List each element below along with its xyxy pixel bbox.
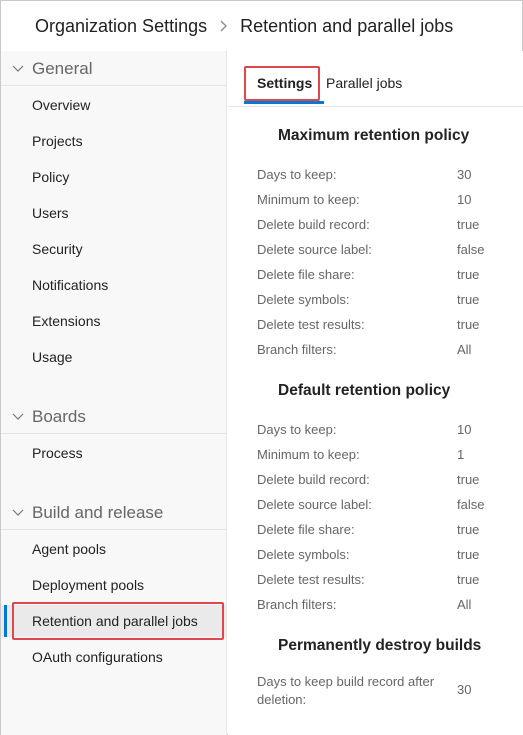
setting-row: Delete build record: true (257, 217, 497, 237)
setting-row: Days to keep: 30 (257, 167, 497, 187)
setting-label: Delete test results: (257, 317, 365, 332)
chevron-down-icon[interactable] (12, 411, 24, 423)
sidebar-item-label: Overview (32, 97, 91, 113)
setting-row: Delete source label: false (257, 242, 497, 262)
sidebar-item-extensions[interactable]: Extensions (1, 305, 227, 337)
setting-label: Branch filters: (257, 342, 337, 357)
sidebar-item-notifications[interactable]: Notifications (1, 269, 227, 301)
breadcrumb-current: Retention and parallel jobs (240, 15, 454, 36)
sidebar-item-overview[interactable]: Overview (1, 89, 227, 121)
chevron-down-icon[interactable] (12, 63, 24, 75)
setting-label: Delete symbols: (257, 292, 350, 307)
sidebar-item-label: Policy (32, 169, 70, 185)
sidebar-item-label: Projects (32, 133, 83, 149)
settings-tab-highlight (244, 66, 320, 101)
setting-label: Delete source label: (257, 497, 372, 512)
sidebar-item-process[interactable]: Process (1, 437, 227, 469)
setting-value: 30 (457, 682, 472, 697)
setting-row: Days to keep build record after deletion… (257, 673, 497, 711)
selected-item-highlight (12, 602, 224, 640)
setting-row: Branch filters: All (257, 342, 497, 362)
setting-row: Delete symbols: true (257, 292, 497, 312)
sidebar-item-label: Extensions (32, 313, 101, 329)
sidebar-group-label: Build and release (32, 502, 164, 522)
setting-label: Delete file share: (257, 522, 355, 537)
setting-value: true (457, 572, 480, 587)
setting-row: Delete test results: true (257, 317, 497, 337)
setting-value: false (457, 242, 485, 257)
sidebar-group-build-and-release[interactable]: Build and release (1, 496, 227, 530)
setting-row: Delete test results: true (257, 572, 497, 592)
chevron-down-icon[interactable] (12, 507, 24, 519)
section-title-default-retention: Default retention policy (278, 382, 451, 399)
sidebar-group-boards[interactable]: Boards (1, 400, 227, 434)
setting-value: true (457, 472, 480, 487)
window-frame: Organization Settings Retention and para… (0, 0, 523, 735)
setting-label: Branch filters: (257, 597, 337, 612)
sidebar-item-security[interactable]: Security (1, 233, 227, 265)
setting-value: true (457, 292, 480, 307)
setting-row: Delete symbols: true (257, 547, 497, 567)
setting-label: Minimum to keep: (257, 192, 360, 207)
setting-value: All (457, 342, 472, 357)
setting-label: Delete file share: (257, 267, 355, 282)
setting-value: false (457, 497, 485, 512)
sidebar-item-label: Agent pools (32, 541, 106, 557)
sidebar-item-label: Security (32, 241, 83, 257)
setting-row: Delete source label: false (257, 497, 497, 517)
setting-label: Days to keep build record after deletion… (257, 674, 435, 707)
setting-row: Delete file share: true (257, 522, 497, 542)
setting-label: Delete symbols: (257, 547, 350, 562)
setting-label: Days to keep: (257, 167, 337, 182)
sidebar-group-label: General (32, 58, 93, 78)
sidebar-item-label: OAuth configurations (32, 649, 163, 665)
breadcrumb: Organization Settings Retention and para… (1, 1, 522, 51)
sidebar-item-agent-pools[interactable]: Agent pools (1, 533, 227, 565)
setting-row: Delete file share: true (257, 267, 497, 287)
setting-value: 30 (457, 167, 472, 182)
sidebar-item-usage[interactable]: Usage (1, 341, 227, 373)
section-title-maximum-retention: Maximum retention policy (278, 127, 470, 144)
sidebar-item-label: Process (32, 445, 83, 461)
sidebar-item-users[interactable]: Users (1, 197, 227, 229)
section-title-permanently-destroy: Permanently destroy builds (278, 637, 482, 654)
main-content: Settings Parallel jobs Maximum retention… (228, 51, 523, 735)
sidebar-item-deployment-pools[interactable]: Deployment pools (1, 569, 227, 601)
setting-value: true (457, 522, 480, 537)
setting-label: Minimum to keep: (257, 447, 360, 462)
setting-value: 10 (457, 422, 472, 437)
setting-label: Delete source label: (257, 242, 372, 257)
setting-value: true (457, 267, 480, 282)
sidebar-item-label: Users (32, 205, 69, 221)
setting-value: 1 (457, 447, 465, 462)
setting-label: Days to keep: (257, 422, 337, 437)
setting-row: Branch filters: All (257, 597, 497, 617)
setting-row: Minimum to keep: 1 (257, 447, 497, 467)
sidebar-group-label: Boards (32, 406, 86, 426)
setting-value: All (457, 597, 472, 612)
setting-row: Delete build record: true (257, 472, 497, 492)
sidebar-group-general[interactable]: General (1, 52, 227, 86)
sidebar-item-oauth-configurations[interactable]: OAuth configurations (1, 641, 227, 673)
setting-label: Delete build record: (257, 217, 370, 232)
breadcrumb-root[interactable]: Organization Settings (35, 16, 207, 37)
sidebar-item-label: Usage (32, 349, 73, 365)
setting-value: true (457, 547, 480, 562)
setting-value: 10 (457, 192, 472, 207)
sidebar-item-label: Deployment pools (32, 577, 145, 593)
setting-value: true (457, 217, 480, 232)
setting-value: true (457, 317, 480, 332)
tab-parallel-jobs[interactable]: Parallel jobs (326, 75, 402, 91)
sidebar-item-label: Notifications (32, 277, 109, 293)
sidebar-item-policy[interactable]: Policy (1, 161, 227, 193)
sidebar-item-projects[interactable]: Projects (1, 125, 227, 157)
active-tab-indicator (244, 101, 324, 104)
setting-label: Delete build record: (257, 472, 370, 487)
setting-row: Days to keep: 10 (257, 422, 497, 442)
setting-row: Minimum to keep: 10 (257, 192, 497, 212)
chevron-right-icon (219, 19, 228, 33)
setting-label: Delete test results: (257, 572, 365, 587)
